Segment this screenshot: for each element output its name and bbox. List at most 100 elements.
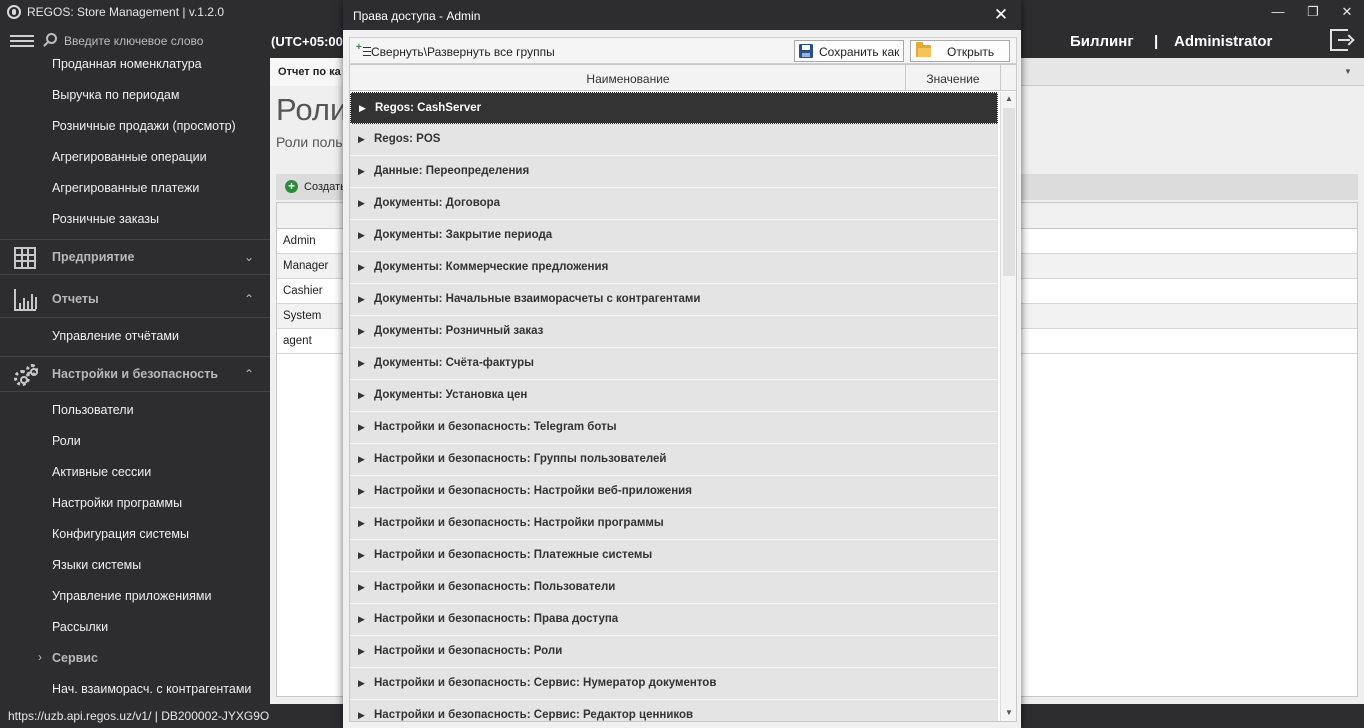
save-as-label: Сохранить как (819, 45, 900, 59)
group-label: Данные: Переопределения (374, 165, 530, 177)
scrollbar-thumb[interactable] (1003, 108, 1015, 276)
permissions-dialog: Права доступа - Admin ✕ + Свернуть\Разве… (343, 0, 1021, 728)
sidebar-item-program-settings[interactable]: Настройки программы (52, 496, 182, 510)
group-row[interactable]: ▶ Документы: Установка цен (350, 380, 998, 412)
sidebar-item-initial-settlements[interactable]: Нач. взаиморасч. с контрагентами (52, 682, 251, 696)
chevron-right-icon[interactable]: ▶ (358, 198, 365, 209)
group-row[interactable]: ▶ Документы: Коммерческие предложения (350, 252, 998, 284)
tab-report[interactable]: Отчет по ка (270, 58, 350, 86)
group-row[interactable]: ▶ Настройки и безопасность: Telegram боты (350, 412, 998, 444)
sidebar-item-aggregated-payments[interactable]: Агрегированные платежи (52, 181, 199, 195)
sidebar-group-settings[interactable]: Настройки и безопасность ⌃ (0, 356, 270, 392)
group-label: Документы: Закрытие периода (374, 229, 553, 241)
chevron-right-icon[interactable]: ▶ (358, 230, 365, 241)
chevron-down-icon: ⌄ (244, 250, 255, 264)
sidebar-item-aggregated-operations[interactable]: Агрегированные операции (52, 150, 207, 164)
sidebar-item-sold-items[interactable]: Проданная номенклатура (52, 57, 202, 71)
menu-icon[interactable] (10, 35, 34, 47)
chevron-right-icon: › (38, 650, 42, 664)
billing-link[interactable]: Биллинг (1070, 33, 1134, 50)
user-name[interactable]: Administrator (1174, 33, 1272, 50)
sidebar-group-enterprise[interactable]: Предприятие ⌄ (0, 239, 270, 275)
group-row[interactable]: ▶ Regos: CashServer (350, 92, 998, 124)
group-row[interactable]: ▶ Документы: Договора (350, 188, 998, 220)
add-icon[interactable]: + (285, 180, 298, 193)
group-row[interactable]: ▶ Документы: Розничный заказ (350, 316, 998, 348)
vertical-scrollbar[interactable]: ▲ ▼ (1000, 92, 1016, 721)
sidebar-item-mailings[interactable]: Рассылки (52, 620, 108, 634)
group-row[interactable]: ▶ Документы: Счёта-фактуры (350, 348, 998, 380)
scroll-down-icon[interactable]: ▼ (1001, 708, 1016, 717)
group-row[interactable]: ▶ Настройки и безопасность: Права доступа (350, 604, 998, 636)
chevron-right-icon[interactable]: ▶ (358, 614, 365, 625)
chevron-right-icon[interactable]: ▶ (358, 582, 365, 593)
group-row[interactable]: ▶ Настройки и безопасность: Сервис: Нумер… (350, 668, 998, 700)
folder-icon (916, 42, 931, 57)
chevron-right-icon[interactable]: ▶ (358, 678, 365, 689)
chevron-right-icon[interactable]: ▶ (358, 134, 365, 145)
chevron-up-icon: ⌃ (244, 367, 255, 381)
group-row[interactable]: ▶ Документы: Закрытие периода (350, 220, 998, 252)
scroll-up-icon[interactable]: ▲ (1001, 94, 1016, 103)
sidebar-item-users[interactable]: Пользователи (52, 403, 134, 417)
sidebar-item-system-languages[interactable]: Языки системы (52, 558, 141, 572)
logout-icon[interactable] (1330, 29, 1350, 51)
column-header-value[interactable]: Значение (906, 72, 1000, 86)
sidebar-item-retail-sales[interactable]: Розничные продажи (просмотр) (52, 119, 236, 133)
chevron-right-icon[interactable]: ▶ (358, 454, 365, 465)
sidebar-item-service[interactable]: Сервис (52, 651, 98, 665)
chevron-right-icon[interactable]: ▶ (358, 326, 365, 337)
group-row[interactable]: ▶ Настройки и безопасность: Платежные сис… (350, 540, 998, 572)
sidebar-group-reports[interactable]: Отчеты ⌃ (0, 282, 270, 318)
sidebar-item-system-config[interactable]: Конфигурация системы (52, 527, 189, 541)
chevron-right-icon[interactable]: ▶ (359, 103, 366, 114)
window-close-button[interactable]: ✕ (1336, 2, 1358, 22)
chevron-right-icon[interactable]: ▶ (358, 486, 365, 497)
role-name: System (283, 310, 322, 322)
search-input[interactable] (64, 31, 264, 51)
group-row[interactable]: ▶ Настройки и безопасность: Сервис: Редак… (350, 700, 998, 721)
chevron-right-icon[interactable]: ▶ (358, 710, 365, 721)
maximize-button[interactable]: ❐ (1302, 2, 1324, 22)
sidebar-item-revenue-periods[interactable]: Выручка по периодам (52, 88, 179, 102)
dialog-title: Права доступа - Admin (353, 9, 481, 23)
role-name: Cashier (283, 285, 323, 297)
group-row[interactable]: ▶ Regos: POS (350, 124, 998, 156)
permissions-table: Наименование Значение ▶ Regos: CashServer… (349, 64, 1017, 722)
chevron-right-icon[interactable]: ▶ (358, 358, 365, 369)
sidebar-item-report-management[interactable]: Управление отчётами (52, 329, 179, 343)
open-button[interactable]: Открыть (910, 40, 1010, 62)
group-row[interactable]: ▶ Настройки и безопасность: Пользователи (350, 572, 998, 604)
group-row[interactable]: ▶ Данные: Переопределения (350, 156, 998, 188)
group-label: Настройки и безопасность: Сервис: Редакт… (374, 709, 694, 721)
sidebar-item-active-sessions[interactable]: Активные сессии (52, 465, 151, 479)
save-as-button[interactable]: Сохранить как (794, 40, 904, 62)
chevron-right-icon[interactable]: ▶ (358, 294, 365, 305)
chevron-right-icon[interactable]: ▶ (358, 646, 365, 657)
dialog-close-button[interactable]: ✕ (991, 5, 1011, 25)
sidebar-item-app-management[interactable]: Управление приложениями (52, 589, 211, 603)
group-label: Настройки и безопасность: Платежные сист… (374, 549, 653, 561)
chevron-right-icon[interactable]: ▶ (358, 262, 365, 273)
tab-dropdown-icon[interactable]: ▼ (1344, 67, 1352, 76)
column-header-label: Наименование (586, 72, 670, 86)
column-header-name[interactable]: Наименование (350, 65, 906, 91)
group-label: Документы: Договора (374, 197, 501, 209)
group-row[interactable]: ▶ Настройки и безопасность: Настройки про… (350, 508, 998, 540)
group-row[interactable]: ▶ Настройки и безопасность: Настройки веб… (350, 476, 998, 508)
building-icon (14, 247, 36, 269)
chevron-right-icon[interactable]: ▶ (358, 422, 365, 433)
group-row[interactable]: ▶ Настройки и безопасность: Группы пользо… (350, 444, 998, 476)
sidebar-item-retail-orders[interactable]: Розничные заказы (52, 212, 159, 226)
group-row[interactable]: ▶ Настройки и безопасность: Роли (350, 636, 998, 668)
chevron-right-icon[interactable]: ▶ (358, 518, 365, 529)
chevron-right-icon[interactable]: ▶ (358, 166, 365, 177)
collapse-expand-button[interactable]: Свернуть\Развернуть все группы (371, 45, 555, 59)
group-row[interactable]: ▶ Документы: Начальные взаиморасчеты с ко… (350, 284, 998, 316)
create-button[interactable]: Создать (304, 181, 346, 193)
chevron-right-icon[interactable]: ▶ (358, 390, 365, 401)
chevron-right-icon[interactable]: ▶ (358, 550, 365, 561)
sidebar-item-roles[interactable]: Роли (52, 434, 81, 448)
header-separator: | (1154, 33, 1159, 50)
minimize-button[interactable]: — (1267, 2, 1289, 22)
